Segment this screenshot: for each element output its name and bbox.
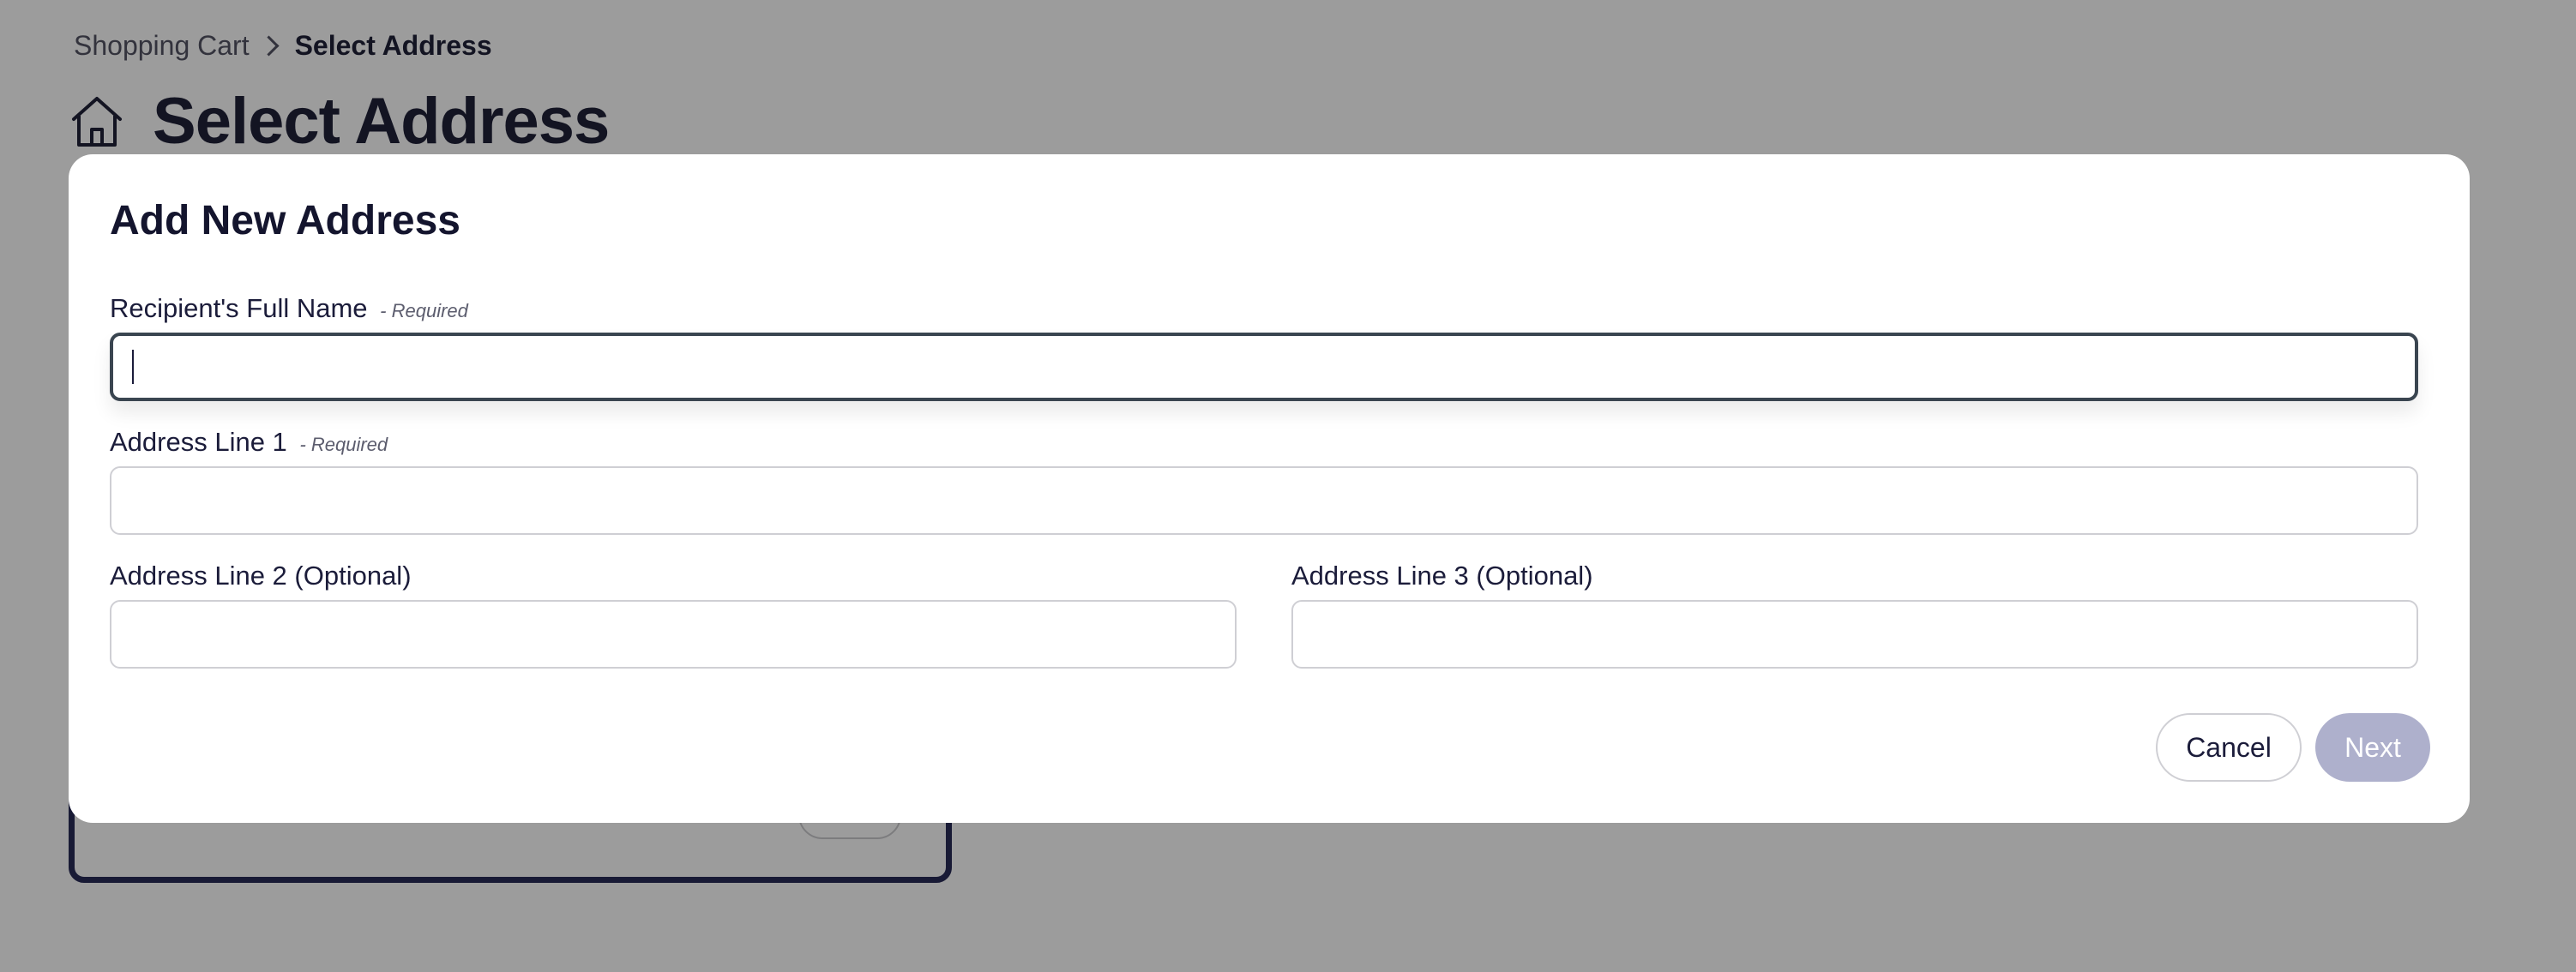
next-button[interactable]: Next bbox=[2315, 713, 2430, 782]
text-caret bbox=[132, 350, 134, 384]
address-line-2-input[interactable] bbox=[110, 600, 1237, 669]
required-indicator: - Required bbox=[380, 300, 468, 321]
full-name-input[interactable] bbox=[110, 333, 2418, 401]
full-name-label-text: Recipient's Full Name bbox=[110, 293, 368, 323]
address-line-3-label: Address Line 3 (Optional) bbox=[1291, 561, 1593, 591]
address-line-1-label: Address Line 1 - Required bbox=[110, 425, 388, 462]
address-line-1-label-text: Address Line 1 bbox=[110, 427, 287, 457]
address-line-2-label: Address Line 2 (Optional) bbox=[110, 561, 412, 591]
add-address-modal: Add New Address Recipient's Full Name - … bbox=[69, 154, 2470, 823]
modal-title: Add New Address bbox=[110, 198, 460, 243]
address-line-3-input[interactable] bbox=[1291, 600, 2418, 669]
address-line-1-input[interactable] bbox=[110, 466, 2418, 535]
cancel-button[interactable]: Cancel bbox=[2156, 713, 2302, 782]
required-indicator: - Required bbox=[299, 434, 388, 455]
full-name-label: Recipient's Full Name - Required bbox=[110, 291, 468, 328]
